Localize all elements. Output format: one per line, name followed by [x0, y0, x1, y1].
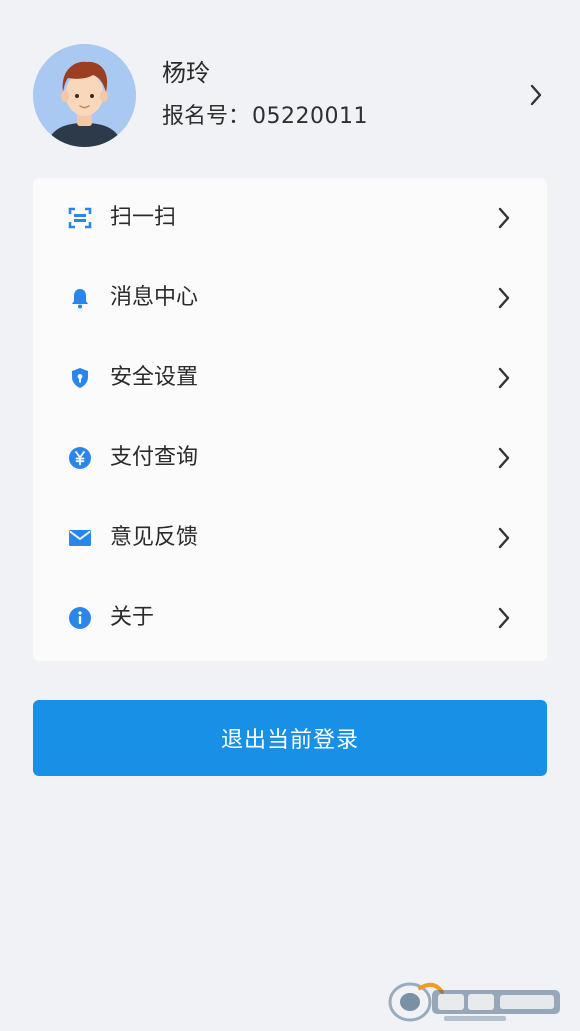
menu-item-payment[interactable]: 支付查询: [33, 418, 547, 498]
menu-item-feedback[interactable]: 意见反馈: [33, 498, 547, 578]
chevron-right-icon: [497, 447, 511, 469]
watermark-logo: [382, 978, 566, 1024]
menu-item-label: 扫一扫: [110, 205, 177, 230]
menu-item-label: 关于: [110, 605, 155, 630]
chevron-right-icon: [497, 527, 511, 549]
chevron-right-icon: [497, 207, 511, 229]
info-icon: [68, 606, 92, 630]
avatar-illustration: [33, 44, 136, 147]
scan-icon: [68, 206, 92, 230]
chevron-right-icon: [497, 607, 511, 629]
profile-header[interactable]: 杨玲 报名号：05220011: [0, 0, 580, 180]
menu-item-label: 支付查询: [110, 445, 199, 470]
mail-icon: [68, 526, 92, 550]
menu-item-label: 消息中心: [110, 285, 199, 310]
menu-item-label: 安全设置: [110, 365, 199, 390]
chevron-right-icon: [497, 367, 511, 389]
menu-item-about[interactable]: 关于: [33, 578, 547, 658]
registration-number-line: 报名号：05220011: [162, 102, 368, 132]
registration-number-value: 05220011: [252, 104, 368, 129]
menu-item-security[interactable]: 安全设置: [33, 338, 547, 418]
yuan-icon: [68, 446, 92, 470]
chevron-right-icon: [529, 84, 543, 106]
bell-icon: [68, 286, 92, 310]
logout-button[interactable]: 退出当前登录: [33, 700, 547, 776]
avatar: [33, 44, 136, 147]
chevron-right-icon: [497, 287, 511, 309]
user-name: 杨玲: [162, 59, 210, 87]
profile-page: 杨玲 报名号：05220011 扫一扫 消息中心 安全设置 支付查询 意见反馈 …: [0, 0, 580, 1031]
menu-card: 扫一扫 消息中心 安全设置 支付查询 意见反馈 关于: [33, 178, 547, 661]
registration-number-label: 报名号：: [162, 104, 251, 129]
menu-item-messages[interactable]: 消息中心: [33, 258, 547, 338]
menu-item-label: 意见反馈: [110, 525, 199, 550]
shield-icon: [68, 366, 92, 390]
menu-item-scan[interactable]: 扫一扫: [33, 178, 547, 258]
